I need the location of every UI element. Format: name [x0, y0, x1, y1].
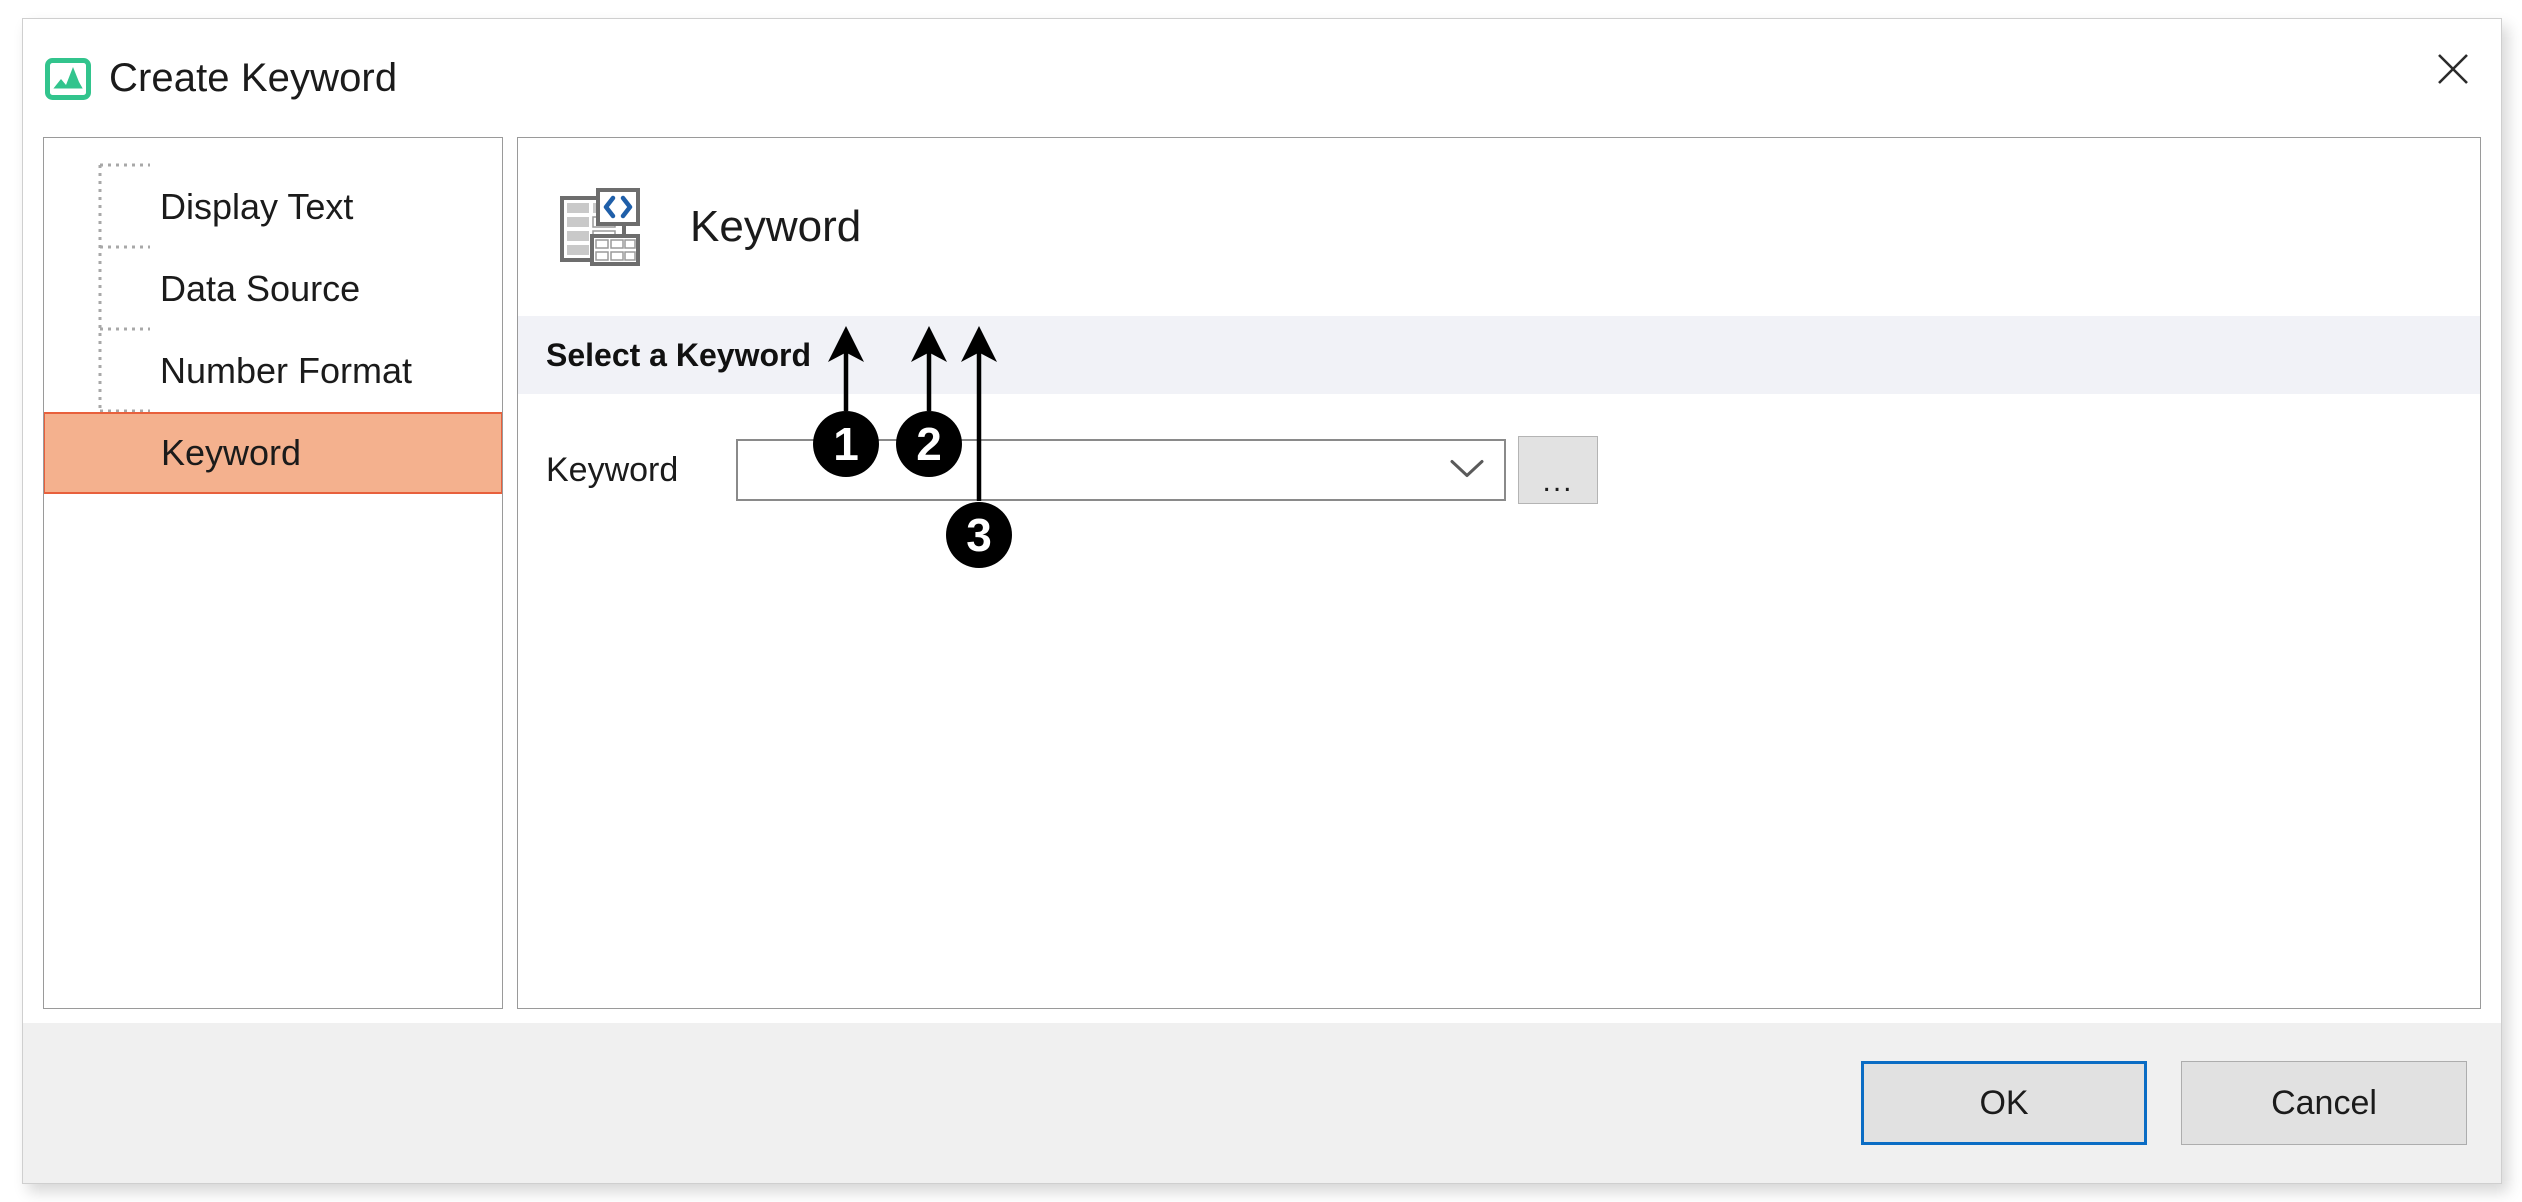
table-code-icon: [556, 184, 642, 270]
screenshot-canvas: Create Keyword Display Text Data Source …: [0, 0, 2522, 1202]
sidebar-item-data-source[interactable]: Data Source: [44, 248, 502, 330]
sidebar-item-number-format[interactable]: Number Format: [44, 330, 502, 412]
sidebar-item-keyword[interactable]: Keyword: [44, 412, 502, 494]
navigation-tree-panel: Display Text Data Source Number Format K…: [43, 137, 503, 1009]
create-keyword-dialog: Create Keyword Display Text Data Source …: [22, 18, 2502, 1184]
dialog-title: Create Keyword: [109, 55, 398, 100]
sidebar-item-label: Number Format: [160, 350, 413, 391]
chevron-down-icon[interactable]: [1448, 452, 1486, 489]
cancel-button-label: Cancel: [2271, 1083, 2377, 1122]
close-icon[interactable]: [2405, 19, 2501, 119]
sidebar-item-display-text[interactable]: Display Text: [44, 166, 502, 248]
page-title: Keyword: [690, 202, 862, 251]
cancel-button[interactable]: Cancel: [2181, 1061, 2467, 1145]
dialog-footer: OK Cancel: [23, 1023, 2501, 1183]
sidebar-item-label: Keyword: [161, 432, 302, 473]
content-header: Keyword: [518, 138, 2480, 316]
browse-button[interactable]: ...: [1518, 436, 1598, 504]
keyword-label: Keyword: [546, 450, 679, 489]
keyword-field-row: Keyword ...: [518, 436, 2480, 504]
ok-button-label: OK: [1979, 1083, 2029, 1122]
ok-button[interactable]: OK: [1861, 1061, 2147, 1145]
content-panel: Keyword Select a Keyword Keyword ...: [517, 137, 2481, 1009]
keyword-form: Keyword ...: [518, 394, 2480, 1008]
browse-button-label: ...: [1542, 465, 1574, 498]
keyword-combobox[interactable]: [736, 439, 1506, 501]
sidebar-item-label: Data Source: [160, 268, 361, 309]
sidebar-item-label: Display Text: [160, 186, 354, 227]
dialog-titlebar: Create Keyword: [23, 19, 2501, 137]
section-header: Select a Keyword: [518, 316, 2480, 394]
dialog-body: Display Text Data Source Number Format K…: [23, 137, 2501, 1023]
section-header-label: Select a Keyword: [546, 336, 811, 373]
image-chart-icon: [45, 56, 91, 102]
